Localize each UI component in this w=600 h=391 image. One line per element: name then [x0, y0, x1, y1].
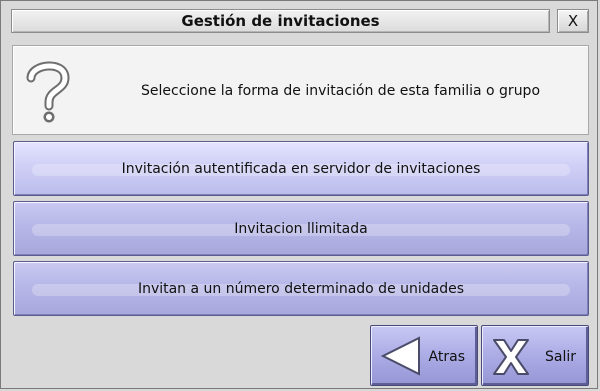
back-label: Atras	[428, 348, 465, 365]
invitation-dialog: Gestión de invitaciones X Seleccione la …	[0, 0, 598, 389]
authenticated-invitation-button[interactable]: Invitación autentificada en servidor de …	[13, 141, 589, 196]
close-button[interactable]: X	[557, 9, 589, 33]
exit-x-icon	[493, 339, 529, 375]
option-label: Invitacion llimitada	[234, 220, 368, 237]
limited-units-invitation-button[interactable]: Invitan a un número determinado de unida…	[13, 261, 589, 316]
prompt-panel: Seleccione la forma de invitación de est…	[12, 45, 589, 135]
dialog-title: Gestión de invitaciones	[11, 9, 550, 33]
option-label: Invitan a un número determinado de unida…	[137, 280, 465, 297]
unlimited-invitation-button[interactable]: Invitacion llimitada	[13, 201, 589, 256]
question-mark-icon	[25, 58, 71, 124]
back-arrow-icon	[380, 336, 420, 376]
exit-label: Salir	[544, 348, 576, 365]
prompt-text: Seleccione la forma de invitación de est…	[141, 83, 541, 99]
back-button[interactable]: Atras	[370, 325, 478, 386]
option-label: Invitación autentificada en servidor de …	[121, 160, 481, 177]
exit-button[interactable]: Salir	[481, 325, 589, 386]
